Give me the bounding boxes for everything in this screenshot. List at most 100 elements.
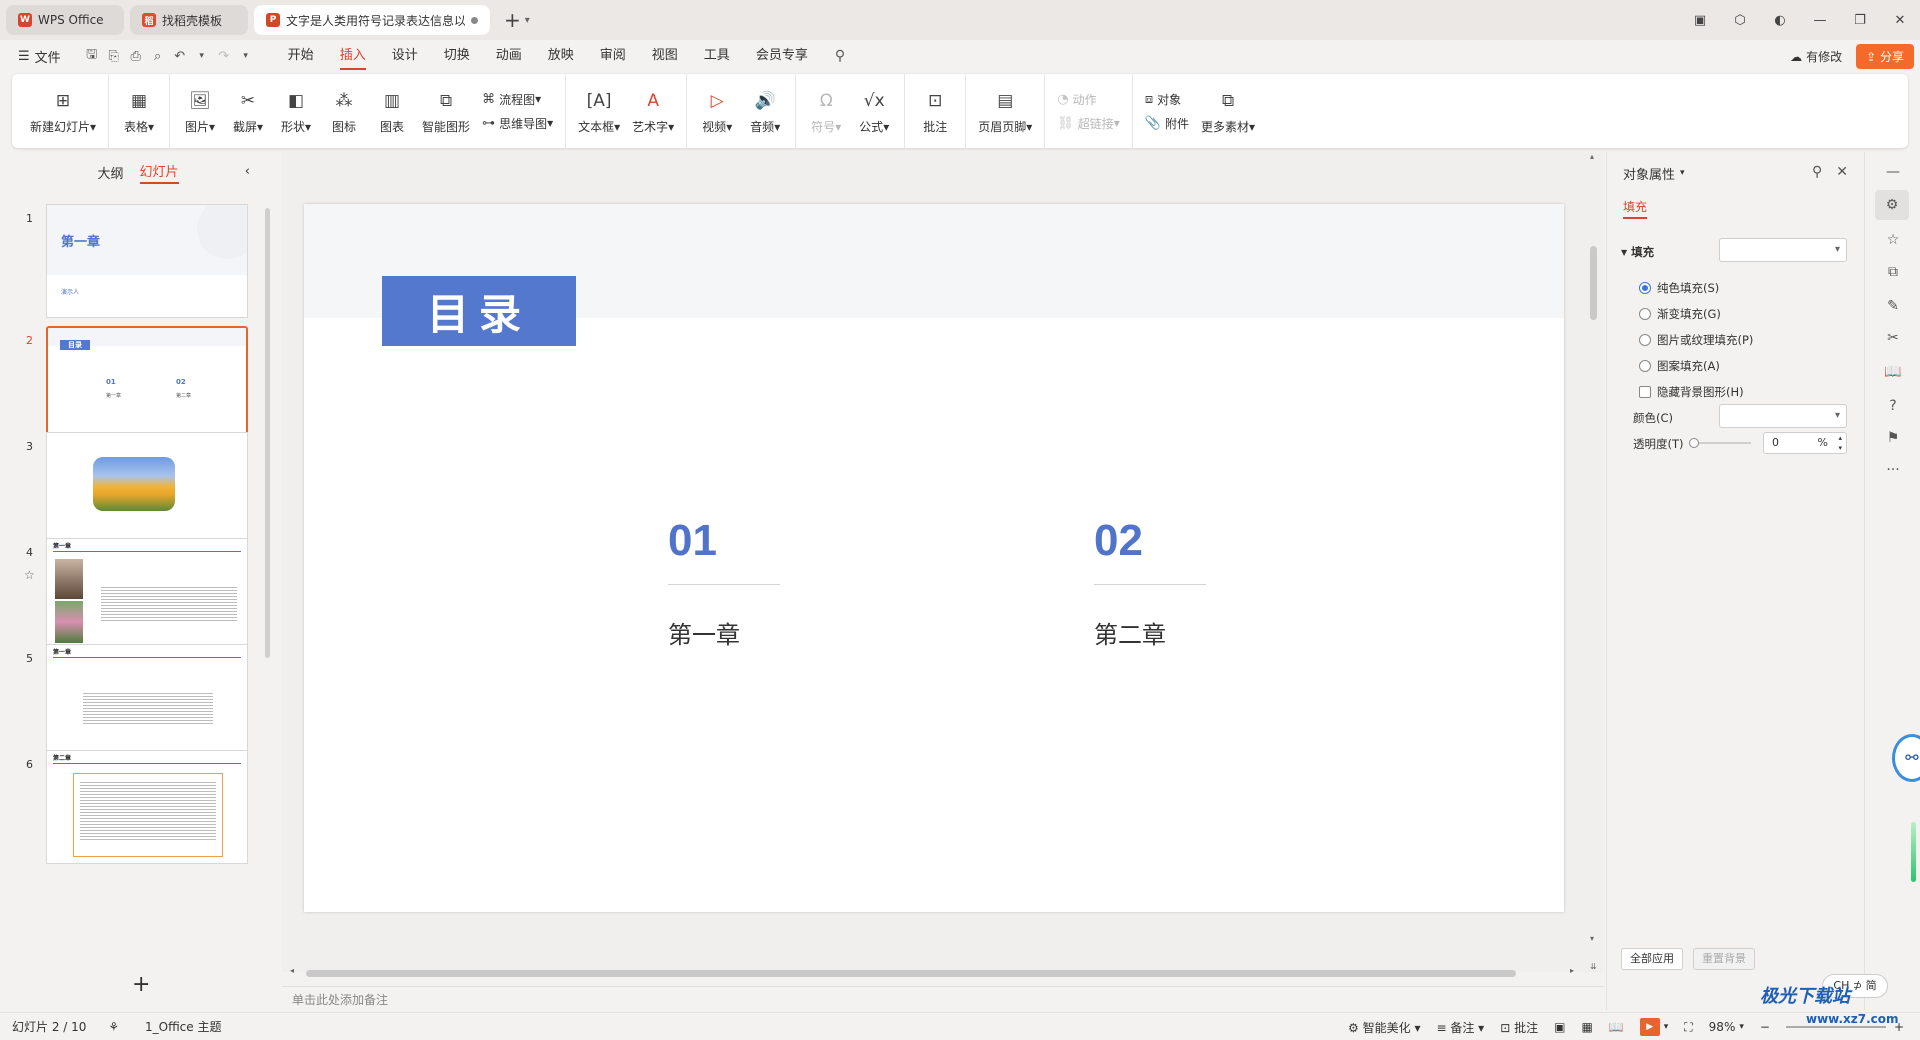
fill-option-pattern[interactable]: 图案填充(A) xyxy=(1639,358,1720,374)
transparency-slider-knob[interactable] xyxy=(1689,438,1699,448)
menu-animation[interactable]: 动画 xyxy=(496,40,522,72)
help-icon[interactable]: ? xyxy=(1883,398,1903,414)
video-button[interactable]: ▷ 视频▾ xyxy=(699,88,735,135)
slide-thumbnail[interactable]: 第一章 演示人 xyxy=(46,204,248,318)
radio[interactable] xyxy=(1639,334,1651,346)
properties-icon[interactable]: ⚙ xyxy=(1875,190,1909,220)
avatar[interactable]: ◐ xyxy=(1760,13,1800,28)
radio-selected[interactable] xyxy=(1639,282,1651,294)
toc-item-2[interactable]: 02 第二章 xyxy=(1094,516,1206,650)
comment-button[interactable]: ⊡ 批注 xyxy=(917,88,953,135)
zoom-out-icon[interactable]: − xyxy=(1760,1020,1770,1034)
more-assets-button[interactable]: ⧉ 更多素材▾ xyxy=(1201,88,1255,135)
export-icon[interactable]: ⎘ xyxy=(103,49,125,64)
table-button[interactable]: ▦ 表格▾ xyxy=(121,88,157,135)
thumbnail-row[interactable]: 2 目录 01 02 第一章 第二章 xyxy=(0,326,262,442)
icon-button[interactable]: ⁂ 图标 xyxy=(326,88,362,135)
slide-title[interactable]: 目录 xyxy=(382,276,576,346)
radio[interactable] xyxy=(1639,308,1651,320)
file-menu[interactable]: ☰ 文件 xyxy=(18,47,61,66)
object-button[interactable]: ⧈ 对象 xyxy=(1145,87,1189,111)
add-slide-plus-icon[interactable]: + xyxy=(132,972,150,997)
menu-transition[interactable]: 切换 xyxy=(444,40,470,72)
thumbnail-scrollbar[interactable] xyxy=(265,208,270,658)
reset-background-button[interactable]: 重置背景 xyxy=(1693,948,1755,970)
props-tab-fill[interactable]: 填充 xyxy=(1623,198,1648,219)
tab-document[interactable]: P 文字是人类用符号记录表达信息以 xyxy=(254,5,490,35)
scroll-right-icon[interactable]: ▸ xyxy=(1570,966,1574,975)
reading-view-icon[interactable]: 📖 xyxy=(1609,1020,1624,1034)
picture-button[interactable]: 🖼 图片▾ xyxy=(182,88,218,135)
radio[interactable] xyxy=(1639,360,1651,372)
new-slide-button[interactable]: ⊞ 新建幻灯片▾ xyxy=(30,88,96,135)
cube-icon[interactable]: ⬡ xyxy=(1720,13,1760,28)
symbol-button[interactable]: Ω 符号▾ xyxy=(808,88,844,135)
zoom-slider[interactable] xyxy=(1785,1026,1886,1028)
star-icon[interactable]: ☆ xyxy=(24,568,35,582)
close-icon[interactable]: ✕ xyxy=(1836,164,1848,180)
theme-indicator[interactable]: ⚘ 1_Office 主题 xyxy=(108,1018,243,1035)
spinner-icon[interactable]: ▴ ▾ xyxy=(1838,433,1842,453)
grid-view-icon[interactable]: ▦ xyxy=(1581,1020,1592,1034)
scroll-prev-slide-icon[interactable]: ▾ xyxy=(1590,934,1594,943)
mindmap-button[interactable]: ⊶ 思维导图 ▾ xyxy=(482,111,553,135)
thumbnail-row[interactable]: 4 ☆ 第一章 xyxy=(0,538,262,654)
thumbnail-row[interactable]: 1 第一章 演示人 xyxy=(0,204,262,320)
collapse-icon[interactable]: — xyxy=(1883,164,1903,180)
chevron-down-icon[interactable]: ▾ xyxy=(191,51,213,61)
menu-slideshow[interactable]: 放映 xyxy=(548,40,574,72)
chevron-down-icon[interactable]: ▾ xyxy=(1739,1022,1744,1032)
screenshot-button[interactable]: ✂ 截屏▾ xyxy=(230,88,266,135)
horizontal-scrollbar[interactable] xyxy=(306,970,1516,977)
thumbnail-row[interactable]: 6 第二章 xyxy=(0,750,262,866)
save-icon[interactable]: 🖫 xyxy=(81,45,103,67)
thumbnail-row[interactable]: 5 第一章 xyxy=(0,644,262,760)
chevron-down-icon[interactable]: ▾ xyxy=(525,15,530,26)
scroll-left-icon[interactable]: ◂ xyxy=(290,966,294,975)
tab-docer[interactable]: 稻 找稻壳模板 xyxy=(130,5,248,35)
undo-icon[interactable]: ↶ xyxy=(169,49,191,64)
fit-window-icon[interactable]: ⛶ xyxy=(1684,1020,1692,1035)
restore-icon[interactable]: ❐ xyxy=(1840,13,1880,28)
redo-icon[interactable]: ↷ xyxy=(213,49,235,64)
print-preview-icon[interactable]: ⌕ xyxy=(147,49,169,64)
zoom-level[interactable]: 98% xyxy=(1709,1020,1736,1034)
apply-all-button[interactable]: 全部应用 xyxy=(1621,948,1683,970)
audio-button[interactable]: 🔊 音频▾ xyxy=(747,88,783,135)
smart-art-button[interactable]: ⧉ 智能图形 xyxy=(422,88,470,135)
current-slide[interactable]: 目录 01 第一章 02 第二章 xyxy=(304,204,1564,912)
revise-button[interactable]: ☁ 有修改 xyxy=(1790,48,1842,65)
pin-icon[interactable]: ⚲ xyxy=(1812,164,1822,180)
collapse-panel-icon[interactable]: ‹ xyxy=(245,164,250,179)
vertical-scrollbar[interactable] xyxy=(1590,246,1597,320)
formula-button[interactable]: √x 公式▾ xyxy=(856,88,892,135)
transparency-slider[interactable] xyxy=(1691,442,1751,444)
flowchart-button[interactable]: ⌘ 流程图 ▾ xyxy=(482,87,553,111)
thumbnail-row[interactable]: 3 xyxy=(0,432,262,548)
tab-wps-office[interactable]: W WPS Office xyxy=(6,5,124,35)
scroll-up-icon[interactable]: ▴ xyxy=(1590,152,1594,161)
smart-beautify-button[interactable]: ⚙ 智能美化 ▾ xyxy=(1348,1019,1420,1036)
slide-thumbnail[interactable]: 第一章 xyxy=(46,644,248,758)
notes-area[interactable]: 单击此处添加备注 xyxy=(282,986,1604,1012)
slide-thumbnail[interactable] xyxy=(46,432,248,546)
layout-icon[interactable]: ▣ xyxy=(1680,13,1720,28)
close-icon[interactable]: ✕ xyxy=(1880,13,1920,28)
tools-icon[interactable]: ✂ xyxy=(1883,330,1903,346)
search-icon[interactable]: ⚲ xyxy=(835,48,845,64)
scroll-next-slide-icon[interactable]: ⇊ xyxy=(1590,962,1597,971)
menu-tools[interactable]: 工具 xyxy=(704,40,730,72)
transparency-input[interactable]: 0 % ▴ ▾ xyxy=(1763,432,1847,454)
menu-design[interactable]: 设计 xyxy=(392,40,418,72)
shape-button[interactable]: ◧ 形状▾ xyxy=(278,88,314,135)
attachment-button[interactable]: 📎 附件 xyxy=(1145,111,1189,135)
menu-view[interactable]: 视图 xyxy=(652,40,678,72)
play-slideshow-icon[interactable]: ▶ xyxy=(1639,1018,1660,1036)
menu-review[interactable]: 审阅 xyxy=(600,40,626,72)
beautify-icon[interactable]: ✎ xyxy=(1883,298,1903,314)
fill-type-dropdown[interactable]: ▾ xyxy=(1719,238,1847,262)
fill-section-header[interactable]: ▼ 填充 xyxy=(1621,244,1654,260)
new-tab-plus-icon[interactable]: + xyxy=(504,8,521,32)
slide-thumbnail[interactable]: 第一章 xyxy=(46,538,248,652)
fill-option-gradient[interactable]: 渐变填充(G) xyxy=(1639,306,1721,322)
